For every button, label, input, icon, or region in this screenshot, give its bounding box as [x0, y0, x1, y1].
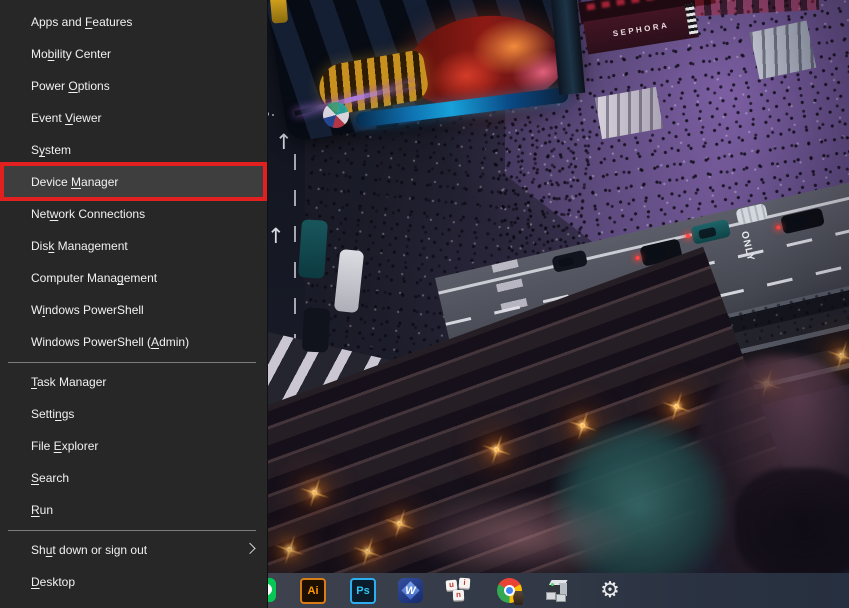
menu-item-label: Task Manager [31, 375, 106, 389]
taskbar-icon-wps[interactable]: W [398, 578, 424, 604]
taskbar: Ai Ps W u i n ⚙ [267, 573, 849, 608]
menu-item-settings[interactable]: Settings [0, 398, 267, 430]
only-road-marking: ONLY [739, 230, 757, 263]
adobe-illustrator-icon: Ai [300, 578, 326, 604]
settings-gear-icon: ⚙ [597, 578, 623, 604]
menu-item-run[interactable]: Run [0, 494, 267, 526]
taskbar-icon-chrome[interactable] [497, 578, 523, 604]
yellow-taxi [270, 0, 288, 24]
menu-item-system[interactable]: System [0, 134, 267, 166]
submenu-arrow-icon [244, 543, 255, 554]
menu-item-label: Power Options [31, 79, 110, 93]
winx-menu: Apps and Features Mobility Center Power … [0, 0, 268, 608]
menu-item-label: Apps and Features [31, 15, 132, 29]
chrome-icon [497, 578, 522, 603]
desktop-wallpaper: ↑ ↑ ↑ SEPHORA ONLY [267, 0, 849, 573]
tail-light [635, 255, 640, 260]
menu-item-label: Shut down or sign out [31, 543, 147, 557]
taskbar-icon-uin[interactable]: u i n [446, 578, 472, 604]
car [298, 219, 328, 279]
toy-figure-icon [513, 591, 524, 605]
menu-item-device-manager[interactable]: Device Manager [0, 166, 267, 198]
menu-item-label: Computer Management [31, 271, 157, 285]
winx-menu-list: Apps and Features Mobility Center Power … [0, 0, 267, 598]
car [690, 219, 731, 245]
uin-keys-icon: u i n [446, 578, 473, 602]
menu-item-windows-powershell[interactable]: Windows PowerShell [0, 294, 267, 326]
menu-item-label: System [31, 143, 71, 157]
menu-item-label: Event Viewer [31, 111, 102, 125]
menu-item-file-explorer[interactable]: File Explorer [0, 430, 267, 462]
desktop-screen: ↑ ↑ ↑ SEPHORA ONLY [0, 0, 849, 608]
menu-item-shut-down-or-sign-out[interactable]: Shut down or sign out [0, 534, 267, 566]
sephora-sign-text: SEPHORA [612, 21, 670, 39]
taskbar-icon-illustrator[interactable]: Ai [300, 578, 326, 604]
street-lamp [287, 547, 292, 552]
street-lamp [365, 549, 370, 554]
menu-item-label: Windows PowerShell [31, 303, 144, 317]
menu-item-label: Network Connections [31, 207, 145, 221]
menu-separator [8, 362, 256, 363]
road-arrow-icon: ↑ [275, 132, 293, 153]
street-lamp [839, 353, 844, 358]
menu-item-task-manager[interactable]: Task Manager [0, 366, 267, 398]
menu-item-label: Settings [31, 407, 74, 421]
street-lamp [494, 447, 499, 452]
car [551, 250, 588, 273]
menu-item-search[interactable]: Search [0, 462, 267, 494]
menu-item-label: Device Manager [31, 175, 118, 189]
menu-item-network-connections[interactable]: Network Connections [0, 198, 267, 230]
blurred-foreground [405, 492, 637, 573]
menu-separator [8, 530, 256, 531]
blurred-foreground [735, 468, 849, 573]
menu-item-mobility-center[interactable]: Mobility Center [0, 38, 267, 70]
menu-item-apps-and-features[interactable]: Apps and Features [0, 6, 267, 38]
menu-item-label: File Explorer [31, 439, 98, 453]
menu-item-power-options[interactable]: Power Options [0, 70, 267, 102]
menu-item-label: Windows PowerShell (Admin) [31, 335, 189, 349]
menu-item-event-viewer[interactable]: Event Viewer [0, 102, 267, 134]
machine-tool-icon [544, 578, 570, 602]
menu-item-windows-powershell-admin[interactable]: Windows PowerShell (Admin) [0, 326, 267, 358]
car [302, 307, 330, 352]
menu-item-desktop[interactable]: Desktop [0, 566, 267, 598]
taskbar-icon-machine[interactable] [544, 578, 570, 604]
wps-office-icon: W [398, 578, 423, 603]
menu-item-label: Search [31, 471, 69, 485]
menu-item-label: Mobility Center [31, 47, 111, 61]
taskbar-icon-photoshop[interactable]: Ps [350, 578, 376, 604]
street-lamp [312, 490, 317, 495]
menu-item-computer-management[interactable]: Computer Management [0, 262, 267, 294]
street-lamp [674, 404, 679, 409]
taskbar-icon-settings[interactable]: ⚙ [597, 578, 623, 604]
street-lamp [397, 521, 402, 526]
menu-item-disk-management[interactable]: Disk Management [0, 230, 267, 262]
adobe-photoshop-icon: Ps [350, 578, 376, 604]
menu-item-label: Run [31, 503, 53, 517]
road-arrow-icon: ↑ [267, 226, 285, 247]
menu-item-label: Disk Management [31, 239, 128, 253]
tail-light [776, 225, 781, 230]
tail-light [686, 234, 691, 239]
menu-item-label: Desktop [31, 575, 75, 589]
